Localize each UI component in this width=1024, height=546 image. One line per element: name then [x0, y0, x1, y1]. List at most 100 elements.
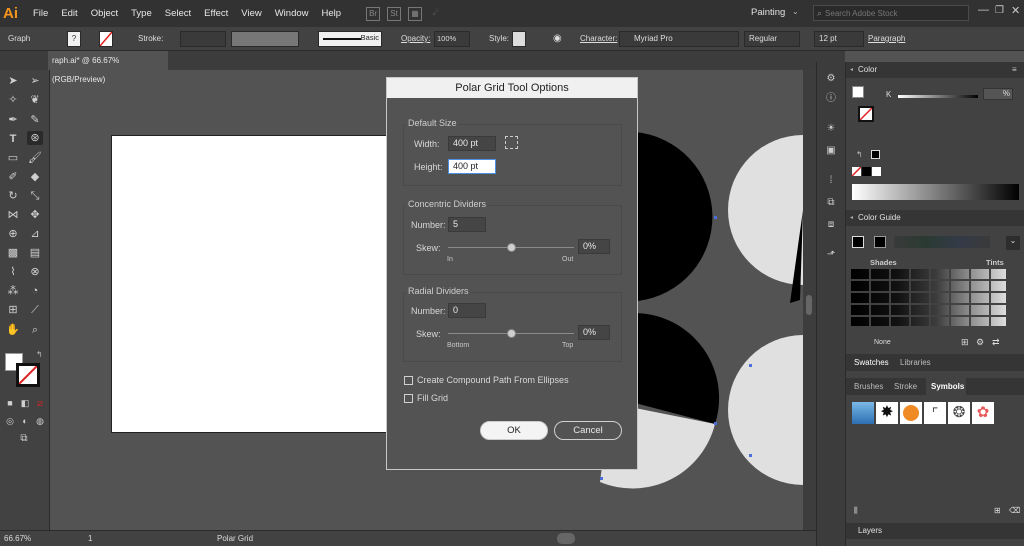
collapse-icon[interactable]: ◂: [850, 214, 853, 221]
arrange-documents-icon[interactable]: ▦: [408, 6, 423, 21]
swap-colors-icon[interactable]: ↰: [36, 350, 43, 359]
maximize-icon[interactable]: ❐: [995, 5, 1004, 16]
layers-panel-title[interactable]: Layers: [846, 523, 1024, 539]
delete-symbol-icon[interactable]: ⌫: [1009, 506, 1020, 515]
color-spectrum[interactable]: [852, 184, 1019, 200]
cancel-button[interactable]: Cancel: [554, 421, 622, 440]
fill-grid-checkbox[interactable]: [404, 394, 413, 403]
tab-symbols[interactable]: Symbols: [931, 379, 964, 395]
symbol-corner[interactable]: ⌜: [924, 402, 946, 424]
settings-icon[interactable]: ⚙: [824, 72, 838, 86]
width-tool-icon[interactable]: ⋈: [5, 208, 21, 222]
radial-number-field[interactable]: 0: [448, 303, 486, 318]
menu-file[interactable]: File: [33, 8, 48, 19]
eraser-icon[interactable]: ◆: [27, 170, 43, 184]
lasso-icon[interactable]: ❦: [27, 93, 43, 107]
pathfinder-icon[interactable]: ⧈: [824, 218, 838, 232]
black-swatch[interactable]: [862, 167, 871, 176]
screen-mode-icon[interactable]: ⧉: [16, 432, 32, 446]
last-color-icon[interactable]: ↰: [856, 150, 863, 159]
horizontal-scroll-thumb[interactable]: [557, 533, 575, 544]
draw-normal-icon[interactable]: ◎: [2, 414, 18, 428]
menu-window[interactable]: Window: [275, 8, 309, 19]
font-family-field[interactable]: Myriad Pro: [619, 31, 739, 47]
slice-tool-icon[interactable]: ⟋: [27, 303, 43, 317]
graphic-style-swatch[interactable]: [512, 31, 526, 47]
last-color-swatch[interactable]: [871, 150, 880, 159]
symbol-orange-button[interactable]: [900, 402, 922, 424]
paintbrush-icon[interactable]: 🖌: [27, 151, 43, 165]
puppet-warp-icon[interactable]: ✥: [27, 208, 43, 222]
harmony-swatch-1[interactable]: [874, 236, 886, 248]
save-swatches-icon[interactable]: ⇄: [992, 337, 1000, 348]
k-value-field[interactable]: %: [983, 88, 1013, 100]
variable-width-profile[interactable]: [231, 31, 299, 47]
curvature-icon[interactable]: ✎: [27, 113, 43, 127]
menu-type[interactable]: Type: [131, 8, 152, 19]
concentric-skew-knob[interactable]: [506, 243, 516, 252]
stroke-swatch[interactable]: [99, 31, 113, 47]
zoom-tool-icon[interactable]: ⌕: [27, 323, 43, 337]
none-swatch[interactable]: [852, 167, 861, 176]
brush-definition[interactable]: Basic: [318, 31, 382, 47]
perspective-grid-icon[interactable]: ⊿: [27, 227, 43, 241]
close-icon[interactable]: ✕: [1011, 4, 1020, 17]
color-mode-icon[interactable]: ■: [2, 396, 18, 410]
concentric-number-field[interactable]: 5: [448, 217, 486, 232]
none-mode-icon[interactable]: ⧄: [32, 396, 48, 410]
fill-swatch[interactable]: ?: [67, 31, 81, 47]
harmony-colors[interactable]: [894, 236, 990, 248]
artboard-number[interactable]: 1: [88, 531, 92, 546]
radial-skew-knob[interactable]: [506, 329, 516, 338]
stroke-color-box[interactable]: [16, 363, 40, 387]
artboard-tool-icon[interactable]: ⊞: [5, 303, 21, 317]
eyedropper-icon[interactable]: ⌇: [5, 265, 21, 279]
character-label[interactable]: Character:: [580, 32, 617, 46]
opacity-field[interactable]: 100%: [434, 31, 470, 47]
k-slider[interactable]: [898, 95, 978, 98]
rotate-tool-icon[interactable]: ↻: [5, 189, 21, 203]
menu-view[interactable]: View: [241, 8, 261, 19]
artboard[interactable]: [111, 135, 391, 433]
compound-path-label[interactable]: Create Compound Path From Ellipses: [417, 375, 569, 385]
font-size-field[interactable]: 12 pt: [814, 31, 864, 47]
menu-help[interactable]: Help: [322, 8, 342, 19]
zoom-level[interactable]: 66.67%: [4, 531, 31, 546]
blend-tool-icon[interactable]: ⊗: [27, 265, 43, 279]
tab-brushes[interactable]: Brushes: [854, 379, 883, 395]
tab-stroke[interactable]: Stroke: [894, 379, 917, 395]
direct-selection-tool-icon[interactable]: ➢: [27, 74, 43, 88]
width-field[interactable]: 400 pt: [448, 136, 496, 151]
minimize-icon[interactable]: —: [978, 4, 989, 16]
height-field[interactable]: 400 pt: [448, 159, 496, 174]
paragraph-label[interactable]: Paragraph: [868, 32, 905, 46]
shaper-tool-icon[interactable]: ✐: [5, 170, 21, 184]
compound-path-checkbox[interactable]: [404, 376, 413, 385]
white-swatch[interactable]: [872, 167, 881, 176]
radial-skew-field[interactable]: 0%: [578, 325, 610, 340]
vertical-scrollbar[interactable]: [803, 70, 816, 532]
stock-icon[interactable]: St: [387, 6, 402, 21]
symbol-sprayer-icon[interactable]: ⁂: [5, 284, 21, 298]
gradient-mode-icon[interactable]: ◧: [17, 396, 33, 410]
adobe-stock-search[interactable]: ⌕ Search Adobe Stock: [813, 5, 969, 21]
color-stroke-box[interactable]: [858, 106, 874, 122]
tab-libraries[interactable]: Libraries: [900, 355, 931, 371]
graph-tool-icon[interactable]: ◔: [27, 284, 43, 298]
shape-builder-icon[interactable]: ⊕: [5, 227, 21, 241]
rectangle-tool-icon[interactable]: ▭: [5, 151, 21, 165]
tab-swatches[interactable]: Swatches: [854, 355, 889, 371]
appearance-icon[interactable]: ☀: [824, 122, 838, 136]
symbol-wreath[interactable]: ❂: [948, 402, 970, 424]
constrain-proportions-icon[interactable]: [505, 136, 518, 149]
ok-button[interactable]: OK: [480, 421, 548, 440]
graphic-styles-icon[interactable]: ▣: [824, 144, 838, 158]
transform-icon[interactable]: ⁞: [824, 174, 838, 188]
draw-behind-icon[interactable]: ◐: [17, 414, 33, 428]
export-icon[interactable]: ⬏: [824, 248, 838, 262]
collapse-icon[interactable]: ◂: [850, 66, 853, 73]
chevron-down-icon[interactable]: ⌄: [792, 7, 799, 16]
magic-wand-icon[interactable]: ✧: [5, 93, 21, 107]
gradient-tool-icon[interactable]: ▤: [27, 246, 43, 260]
menu-effect[interactable]: Effect: [204, 8, 228, 19]
